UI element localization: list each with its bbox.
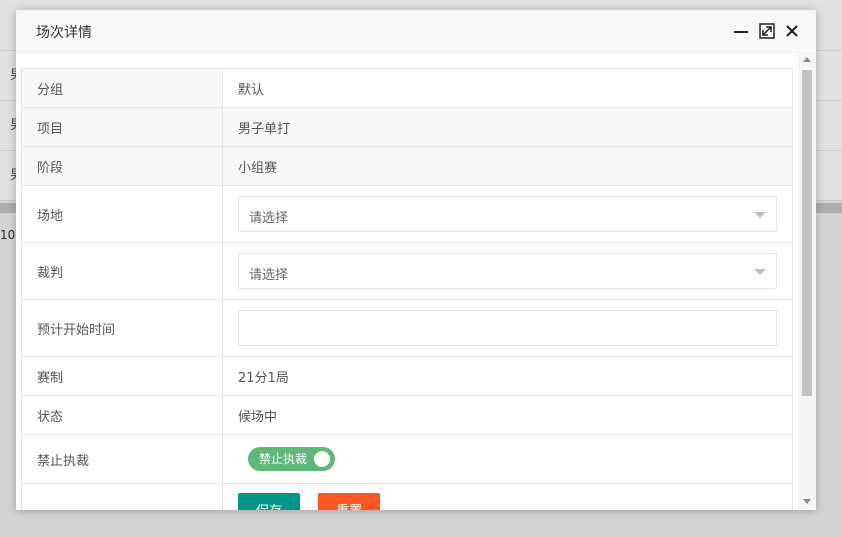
row-label: 场地 — [21, 185, 223, 243]
format-value: 21分1局 — [222, 356, 793, 396]
venue-select[interactable]: 请选择 — [238, 196, 777, 232]
table-row: 裁判 请选择 — [21, 242, 793, 300]
row-label: 阶段 — [21, 146, 223, 186]
venue-cell: 请选择 — [222, 185, 793, 243]
detail-table: 分组 默认 项目 男子单打 阶段 小组赛 场地 请选择 裁判 请选择 预计开始时… — [21, 68, 793, 510]
table-row: 禁止执裁 禁止执裁 — [21, 434, 793, 484]
chevron-down-icon — [754, 212, 766, 218]
minimize-icon[interactable] — [732, 22, 750, 40]
venue-select-value: 请选择 — [249, 211, 289, 226]
row-label: 赛制 — [21, 356, 223, 396]
modal-body: 分组 默认 项目 男子单打 阶段 小组赛 场地 请选择 裁判 请选择 预计开始时… — [16, 53, 816, 510]
scrollbar-thumb[interactable] — [802, 70, 812, 396]
row-label-empty — [21, 483, 223, 510]
chevron-down-icon — [754, 269, 766, 275]
match-detail-modal: 场次详情 分组 默认 项目 男子单打 阶段 小组赛 场地 请选择 裁判 请选择 … — [16, 10, 816, 510]
scroll-down-icon[interactable] — [803, 499, 811, 504]
status-value: 候场中 — [222, 395, 793, 435]
close-icon[interactable] — [783, 22, 801, 40]
row-label: 禁止执裁 — [21, 434, 223, 484]
referee-select[interactable]: 请选择 — [238, 253, 777, 289]
row-label: 分组 — [21, 68, 223, 108]
table-row: 预计开始时间 — [21, 299, 793, 357]
row-label: 状态 — [21, 395, 223, 435]
modal-header: 场次详情 — [16, 10, 816, 53]
row-label: 项目 — [21, 107, 223, 147]
group-value: 默认 — [222, 68, 793, 108]
row-label: 裁判 — [21, 242, 223, 300]
actions-cell: 保存 重置 — [222, 483, 793, 510]
table-row: 状态 候场中 — [21, 395, 793, 435]
stage-value: 小组赛 — [222, 146, 793, 186]
table-row: 分组 默认 — [21, 68, 793, 108]
row-label: 预计开始时间 — [21, 299, 223, 357]
start-time-input[interactable] — [238, 310, 777, 346]
event-value: 男子单打 — [222, 107, 793, 147]
forbid-referee-switch[interactable]: 禁止执裁 — [248, 447, 336, 471]
save-button[interactable]: 保存 — [238, 493, 301, 510]
table-row: 项目 男子单打 — [21, 107, 793, 147]
switch-label: 禁止执裁 — [259, 452, 308, 466]
switch-knob — [314, 451, 331, 467]
referee-cell: 请选择 — [222, 242, 793, 300]
modal-title: 场次详情 — [36, 25, 92, 41]
scroll-up-icon[interactable] — [803, 57, 811, 62]
reset-button[interactable]: 重置 — [318, 493, 381, 510]
table-row: 场地 请选择 — [21, 185, 793, 243]
forbid-referee-cell: 禁止执裁 — [222, 434, 793, 484]
table-row: 保存 重置 — [21, 483, 793, 510]
referee-select-value: 请选择 — [249, 268, 289, 283]
start-time-cell — [222, 299, 793, 357]
maximize-icon[interactable] — [758, 22, 776, 40]
table-row: 赛制 21分1局 — [21, 356, 793, 396]
table-row: 阶段 小组赛 — [21, 146, 793, 186]
